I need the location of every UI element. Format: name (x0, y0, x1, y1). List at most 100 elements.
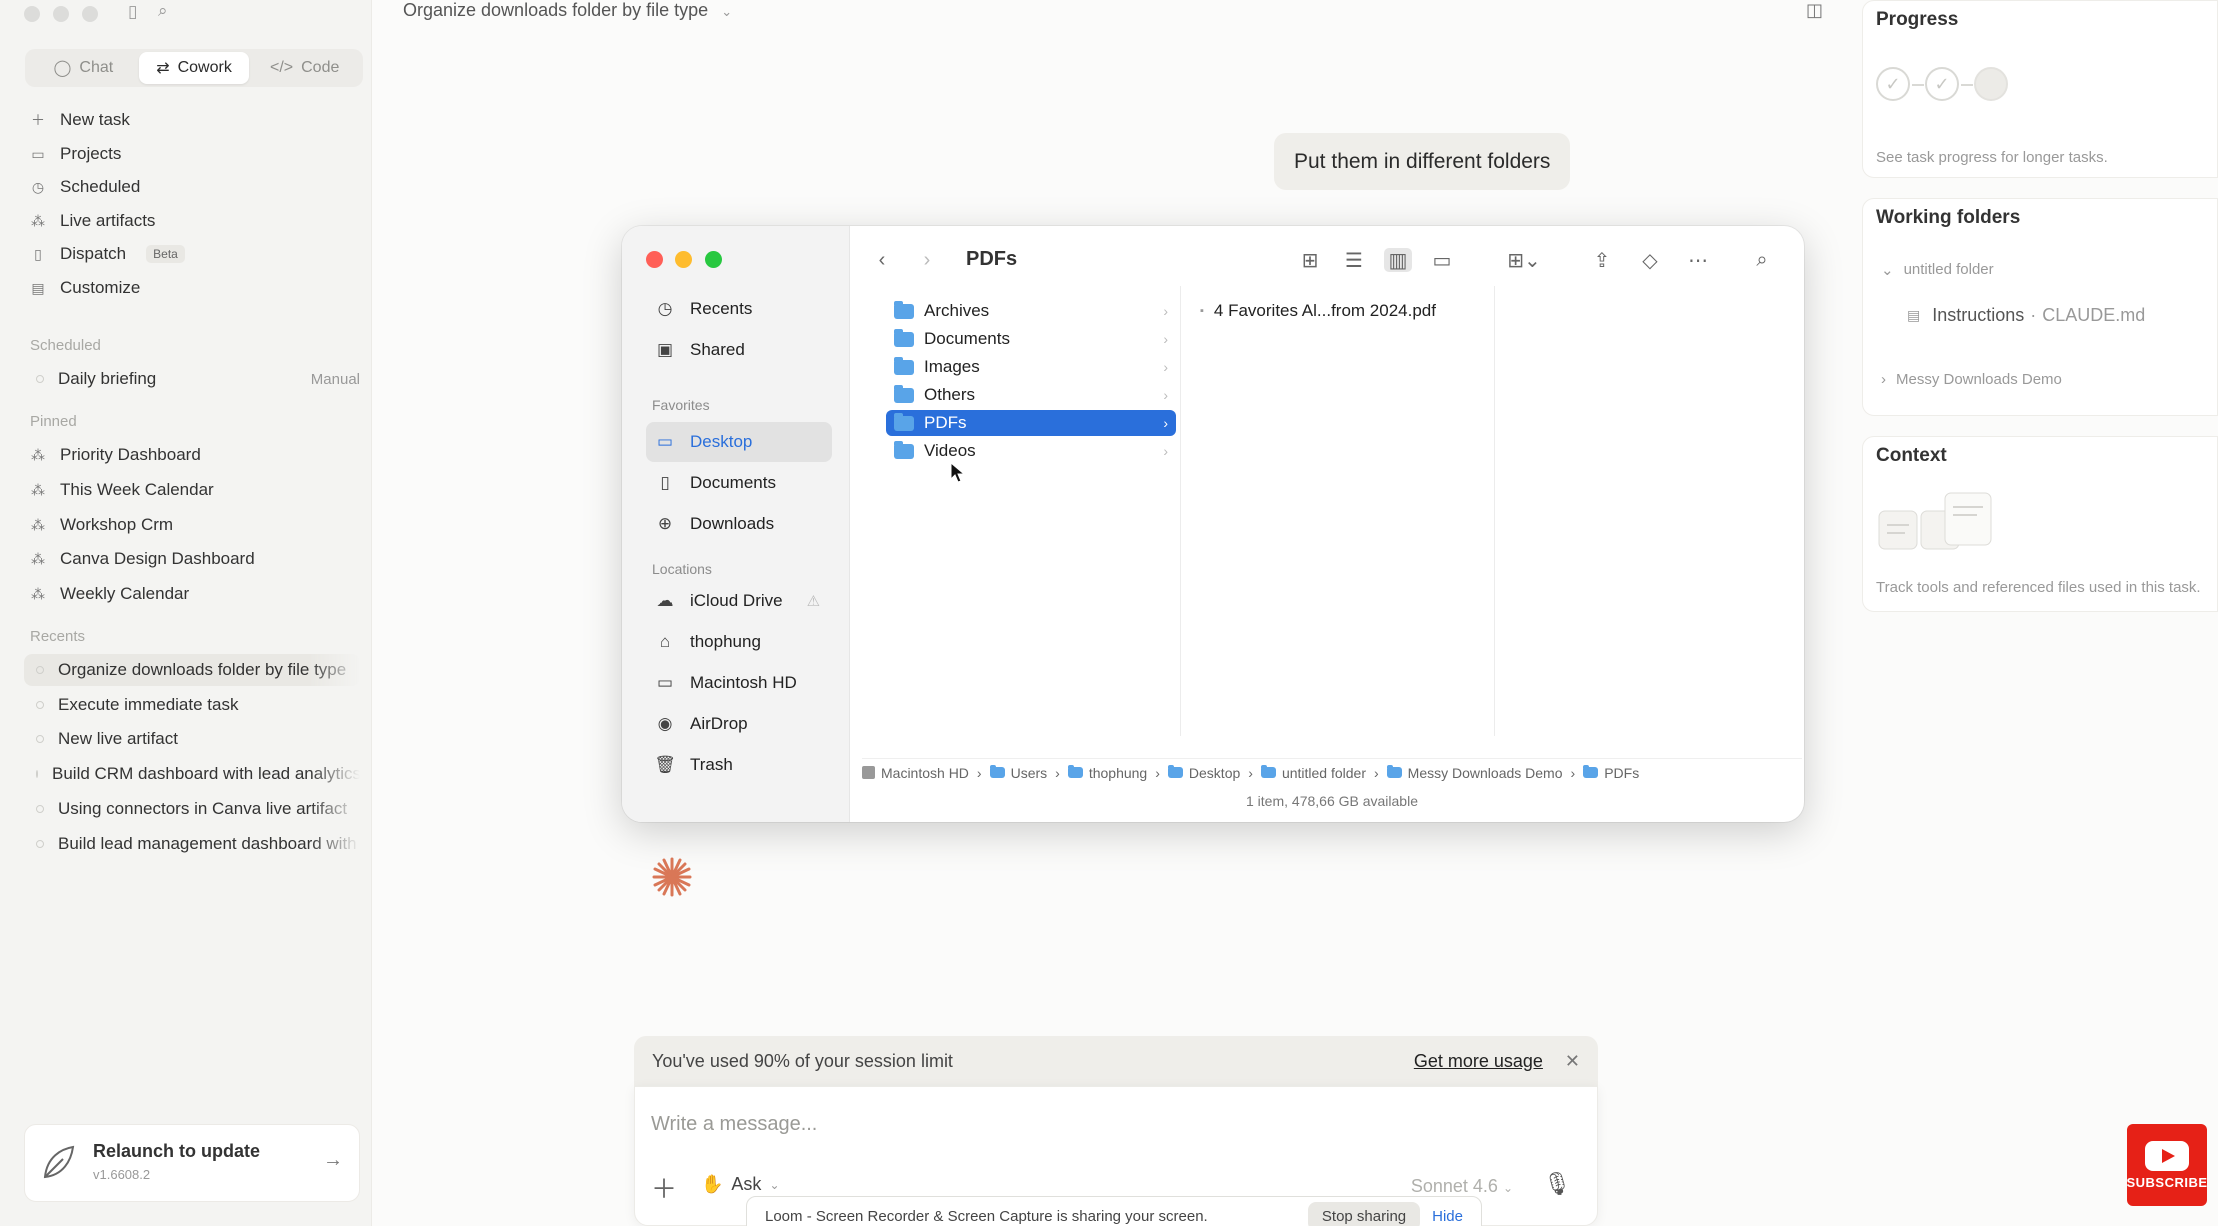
recent-item[interactable]: Build CRM dashboard with lead analytics (24, 758, 360, 790)
finder-sidebar-macintosh-hd[interactable]: ▭ Macintosh HD (654, 668, 797, 698)
nav-dispatch[interactable]: ▯ Dispatch Beta (30, 239, 185, 269)
window-minimize-dot[interactable] (53, 6, 69, 22)
finder-minimize-button[interactable] (675, 251, 692, 268)
download-icon: ⊕ (657, 514, 673, 533)
chevron-right-icon: › (1055, 764, 1060, 781)
chevron-right-icon: › (1163, 387, 1168, 403)
folder-tree-messy-downloads[interactable]: › Messy Downloads Demo (1881, 371, 2062, 388)
folder-icon (1260, 765, 1276, 778)
gallery-view-icon[interactable]: ▭ (1428, 248, 1456, 272)
tag-icon[interactable]: ◇ (1636, 248, 1664, 272)
finder-sidebar-home[interactable]: ⌂ thophung (654, 627, 761, 657)
model-select[interactable]: Sonnet 4.6 ⌄ (1411, 1176, 1513, 1197)
pinned-item-priority-dashboard[interactable]: ⁂ Priority Dashboard (30, 440, 201, 470)
chevron-down-icon: ⌄ (769, 1177, 780, 1192)
recent-item[interactable]: Execute immediate task (24, 689, 360, 721)
share-icon[interactable]: ⇪ (1588, 248, 1616, 272)
back-icon[interactable]: ‹ (868, 248, 896, 272)
file-instructions[interactable]: ▤ Instructions · CLAUDE.md (1907, 305, 2145, 326)
finder-sidebar-recents[interactable]: ◷ Recents (654, 294, 753, 324)
recent-item[interactable]: Organize downloads folder by file type (24, 654, 360, 686)
path-segment[interactable]: thophung (1067, 765, 1147, 781)
finder-sidebar-documents[interactable]: ▯ Documents (654, 468, 776, 498)
add-attachment-icon[interactable]: ＋ (651, 1169, 677, 1206)
finder-sidebar-shared[interactable]: ▣ Shared (654, 335, 745, 365)
desktop-icon: ▭ (656, 432, 674, 451)
more-icon[interactable]: ⋯ (1684, 248, 1712, 272)
icon-view-icon[interactable]: ⊞ (1296, 248, 1324, 272)
finder-sidebar-downloads[interactable]: ⊕ Downloads (654, 509, 774, 539)
group-by-icon[interactable]: ⊞⌄ (1502, 248, 1546, 272)
folder-row-archives[interactable]: Archives › (886, 298, 1176, 324)
tab-code[interactable]: </> Code (249, 52, 360, 84)
chevron-right-icon: › (1163, 443, 1168, 459)
nav-customize[interactable]: ▤ Customize (30, 273, 140, 303)
path-segment[interactable]: Desktop (1167, 765, 1240, 781)
search-icon[interactable]: ⌕ (1748, 248, 1776, 272)
file-row-pdf[interactable]: ▪ 4 Favorites Al...from 2024.pdf (1192, 298, 1492, 324)
mode-select[interactable]: ✋ Ask ⌄ (701, 1174, 780, 1195)
finder-sidebar-trash[interactable]: 🗑 Trash (654, 750, 733, 780)
finder-zoom-button[interactable] (705, 251, 722, 268)
finder-window: ◷ Recents ▣ Shared Favorites ▭ Desktop ▯… (622, 226, 1804, 822)
recent-item[interactable]: Using connectors in Canva live artifact (24, 793, 360, 825)
conversation-title[interactable]: Organize downloads folder by file type ⌄ (403, 0, 732, 21)
finder-sidebar-airdrop[interactable]: ◉ AirDrop (654, 709, 748, 739)
folder-row-videos[interactable]: Videos › (886, 438, 1176, 464)
path-segment[interactable]: untitled folder (1260, 765, 1366, 781)
tab-chat[interactable]: ◯ Chat (28, 52, 139, 84)
sidebar-toggle-icon[interactable]: ▯ (128, 2, 137, 22)
message-input[interactable]: Write a message... (651, 1113, 817, 1136)
home-icon: ⌂ (659, 632, 671, 651)
folder-tree-untitled[interactable]: ⌄ untitled folder (1881, 261, 1994, 279)
folder-row-others[interactable]: Others › (886, 382, 1176, 408)
nav-new-task[interactable]: ＋ New task (30, 105, 130, 135)
mode-tabs: ◯ Chat ⇄ Cowork </> Code (25, 49, 363, 87)
close-icon[interactable]: ✕ (1565, 1051, 1580, 1072)
progress-connector (1961, 84, 1973, 86)
nav-projects[interactable]: ▭ Projects (30, 139, 121, 169)
column-view-icon[interactable]: ▥ (1384, 248, 1412, 272)
file-icon: ▤ (1907, 307, 1921, 323)
youtube-subscribe-badge[interactable]: SUBSCRIBE (2126, 1124, 2207, 1206)
finder-close-button[interactable] (646, 251, 663, 268)
pinned-item-weekly-calendar[interactable]: ⁂ Weekly Calendar (30, 579, 189, 609)
chevron-right-icon: › (1570, 764, 1576, 781)
status-dot (36, 666, 44, 674)
stop-sharing-button[interactable]: Stop sharing (1307, 1201, 1421, 1226)
recent-item[interactable]: Build lead management dashboard with (24, 828, 360, 860)
folder-row-pdfs[interactable]: PDFs › (886, 410, 1176, 436)
path-segment[interactable]: Macintosh HD (862, 765, 969, 781)
finder-sidebar-desktop[interactable]: ▭ Desktop (654, 427, 752, 457)
path-segment[interactable]: PDFs (1583, 765, 1639, 781)
scheduled-item-daily-briefing[interactable]: Daily briefing Manual (24, 363, 360, 395)
hide-button[interactable]: Hide (1432, 1208, 1463, 1225)
context-title: Context (1876, 445, 1947, 466)
tab-cowork[interactable]: ⇄ Cowork (138, 52, 250, 84)
search-icon[interactable]: ⌕ (158, 1, 168, 21)
get-more-usage-link[interactable]: Get more usage (1414, 1051, 1543, 1072)
path-segment[interactable]: Messy Downloads Demo (1386, 765, 1563, 781)
pinned-item-workshop-crm[interactable]: ⁂ Workshop Crm (30, 510, 173, 540)
pinned-item-canva-design-dashboard[interactable]: ⁂ Canva Design Dashboard (30, 544, 255, 574)
path-segment[interactable]: Users (989, 765, 1047, 781)
nav-live-artifacts[interactable]: ⁂ Live artifacts (30, 206, 155, 236)
list-view-icon[interactable]: ☰ (1340, 248, 1368, 272)
recent-item[interactable]: New live artifact (24, 723, 360, 755)
status-dot (36, 375, 44, 383)
finder-sidebar-icloud[interactable]: ☁ iCloud Drive ⚠ (654, 586, 821, 616)
pinned-item-this-week-calendar[interactable]: ⁂ This Week Calendar (30, 475, 214, 505)
working-folders-title: Working folders (1876, 207, 2021, 228)
window-close-dot[interactable] (24, 6, 40, 22)
window-zoom-dot[interactable] (82, 6, 98, 22)
drive-icon: ▭ (656, 673, 674, 692)
update-card[interactable]: Relaunch to update v1.6608.2 → (24, 1124, 360, 1202)
folder-icon (894, 440, 914, 459)
folder-row-documents[interactable]: Documents › (886, 326, 1176, 352)
forward-icon[interactable]: › (913, 248, 941, 272)
panel-toggle-icon[interactable]: ◫ (1806, 0, 1823, 21)
microphone-icon[interactable]: 🎙 (1543, 1171, 1571, 1197)
folder-row-images[interactable]: Images › (886, 354, 1176, 380)
nav-scheduled[interactable]: ◷ Scheduled (30, 172, 140, 202)
clock-icon: ◷ (31, 178, 45, 195)
